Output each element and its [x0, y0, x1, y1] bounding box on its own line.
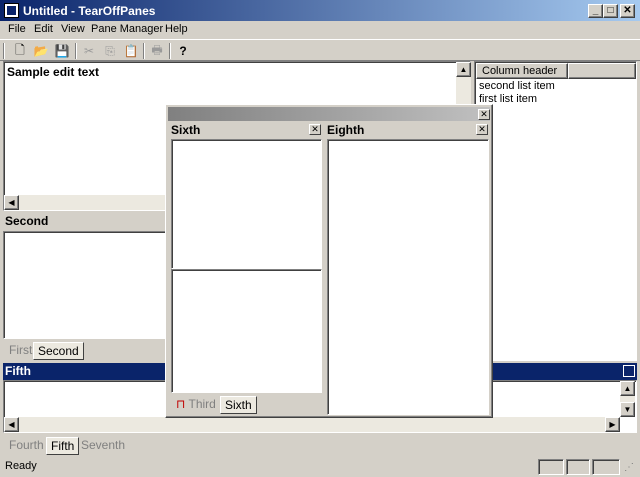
floating-close-icon[interactable]: ✕ — [478, 109, 490, 120]
tab-third[interactable]: ⊓ Third — [173, 396, 220, 414]
app-icon[interactable] — [4, 3, 19, 18]
tab-first[interactable]: First — [5, 342, 36, 360]
save-icon[interactable]: 💾 — [53, 42, 71, 60]
fifth-hscroll[interactable]: ◀ ▶ — [4, 417, 620, 432]
print-icon[interactable]: 🖶 — [148, 42, 166, 60]
column-header-label: Column header — [482, 65, 558, 77]
scroll-up-icon[interactable]: ▲ — [620, 381, 635, 396]
floating-pane-window[interactable]: ✕ Sixth ✕ ⊓ Third Sixth Eighth ✕ — [165, 104, 493, 418]
new-icon[interactable]: 🗋 — [11, 42, 29, 60]
cut-icon[interactable]: ✂ — [80, 42, 98, 60]
tab-fourth[interactable]: Fourth — [5, 437, 48, 455]
tab-sixth[interactable]: Sixth — [220, 396, 257, 414]
help-icon[interactable]: ? — [174, 42, 192, 60]
editor-text[interactable]: Sample edit text — [7, 65, 99, 79]
sixth-pane-lower[interactable] — [171, 269, 322, 393]
fifth-vscroll[interactable]: ▲ ▼ — [620, 381, 635, 417]
scroll-up-icon[interactable]: ▲ — [456, 62, 471, 77]
scroll-right-icon[interactable]: ▶ — [605, 417, 620, 432]
floating-tabstrip: ⊓ Third Sixth — [173, 396, 321, 414]
second-pane-body[interactable] — [3, 231, 168, 339]
menu-help[interactable]: Help — [165, 23, 188, 35]
tab-fifth[interactable]: Fifth — [46, 437, 80, 455]
toolbar-separator — [75, 43, 77, 59]
toolbar: 🗋 📂 💾 ✂ ⎘ 📋 🖶 ? — [0, 39, 640, 61]
status-panel — [538, 459, 564, 475]
eighth-pane-title: Eighth — [327, 123, 365, 137]
status-panel — [566, 459, 590, 475]
copy-icon[interactable]: ⎘ — [101, 42, 119, 60]
tab-seventh[interactable]: Seventh — [77, 437, 129, 455]
scroll-down-icon[interactable]: ▼ — [620, 402, 635, 417]
floating-title-bar[interactable] — [168, 107, 490, 121]
tab-second[interactable]: Second — [33, 342, 84, 360]
size-grip-icon[interactable]: ⋰ — [624, 462, 636, 474]
menu-pane-manager[interactable]: Pane Manager — [91, 23, 163, 35]
tab-third-label: Third — [188, 397, 216, 411]
status-text: Ready — [5, 460, 37, 472]
status-panel — [592, 459, 620, 475]
title-bar: Untitled - TearOffPanes _ □ ✕ — [0, 0, 640, 21]
scroll-left-icon[interactable]: ◀ — [4, 417, 19, 432]
sixth-close-icon[interactable]: ✕ — [309, 124, 321, 135]
menu-bar: File Edit View Pane Manager Help — [0, 21, 640, 39]
menu-view[interactable]: View — [61, 23, 85, 35]
sixth-pane-header: Sixth ✕ — [170, 123, 322, 138]
eighth-close-icon[interactable]: ✕ — [476, 124, 488, 135]
fifth-pane-maximize-icon[interactable] — [623, 365, 635, 377]
close-button[interactable]: ✕ — [620, 4, 635, 18]
status-bar: Ready ⋰ — [0, 456, 640, 477]
eighth-pane-body[interactable] — [327, 139, 489, 415]
left-tabstrip: First Second — [5, 342, 165, 360]
column-header[interactable]: Column header — [476, 63, 568, 79]
menu-edit[interactable]: Edit — [34, 23, 53, 35]
toolbar-separator — [143, 43, 145, 59]
pane-icon: ⊓ — [176, 397, 186, 411]
bottom-tabstrip: Fourth Fifth Seventh — [5, 437, 205, 455]
toolbar-separator — [169, 43, 171, 59]
second-pane-header: Second — [3, 213, 168, 230]
window-title: Untitled - TearOffPanes — [23, 4, 156, 18]
sixth-pane-body[interactable] — [171, 139, 322, 269]
fifth-pane-title: Fifth — [5, 364, 31, 378]
list-pane[interactable]: Column header second list item first lis… — [474, 61, 637, 361]
paste-icon[interactable]: 📋 — [122, 42, 140, 60]
menu-file[interactable]: File — [8, 23, 26, 35]
eighth-pane-header: Eighth ✕ — [326, 123, 490, 138]
scroll-left-icon[interactable]: ◀ — [4, 195, 19, 210]
sixth-pane-title: Sixth — [171, 123, 201, 137]
maximize-button[interactable]: □ — [603, 4, 618, 18]
toolbar-grip — [3, 43, 5, 59]
list-item[interactable]: second list item — [479, 80, 555, 92]
column-header-filler — [568, 63, 636, 79]
second-pane-title: Second — [5, 214, 49, 228]
open-icon[interactable]: 📂 — [32, 42, 50, 60]
minimize-button[interactable]: _ — [588, 4, 603, 18]
